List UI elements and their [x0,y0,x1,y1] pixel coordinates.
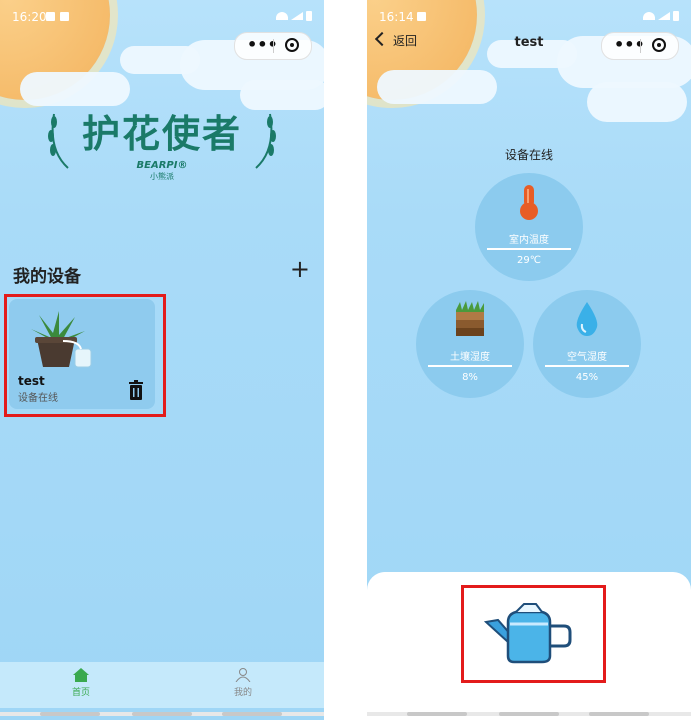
gauge-divider [545,365,629,367]
status-time: 16:20 [12,10,47,24]
capsule-divider [640,39,641,53]
wifi-icon [276,12,288,20]
brand-name: BEARPI® [136,160,188,171]
tab-me-label: 我的 [233,688,252,698]
add-device-button[interactable]: + [290,257,310,281]
cloud-decoration [240,80,324,110]
indoor-temperature-gauge: 室内温度 29℃ [475,173,583,281]
app-notification-icon [417,12,426,21]
status-time: 16:14 [379,10,414,24]
cloud-decoration [20,72,130,106]
tab-home[interactable]: 首页 [51,668,111,698]
home-screen: 16:20 ••• 护花使者 BEARPI® 小熊派 我的设备 + test 设… [0,0,324,720]
cloud-decoration [377,70,497,104]
my-devices-title: 我的设备 [13,267,81,287]
brand-subname: 小熊派 [150,172,174,181]
system-nav-bar [0,712,324,716]
tab-bar: 首页 我的 [0,662,324,708]
tab-me[interactable]: 我的 [213,668,273,698]
miniprogram-capsule: ••• [234,32,312,60]
close-miniprogram-icon[interactable] [285,38,299,52]
capsule-divider [273,39,274,53]
gauge-divider [487,248,571,250]
more-menu-icon[interactable]: ••• [247,35,278,57]
online-status: 设备在线 [504,148,553,162]
signal-icon [658,12,670,20]
user-icon [235,668,251,683]
battery-icon [673,11,679,21]
gauge-label: 室内温度 [509,235,549,246]
gauge-label: 空气湿度 [567,352,607,363]
air-humidity-gauge: 空气湿度 45% [533,290,641,398]
app-logo: 护花使者 BEARPI® 小熊派 [48,110,276,190]
miniprogram-capsule: ••• [601,32,679,60]
gauge-divider [428,365,512,367]
system-nav-bar [367,712,691,716]
device-detail-screen: 16:14 返回 test ••• 设备在线 室内温度 29℃ 土壤湿度 8% … [367,0,691,720]
laurel-right-icon [255,113,276,169]
soil-icon [456,301,484,336]
highlight-box [461,585,606,683]
close-miniprogram-icon[interactable] [652,38,666,52]
soil-humidity-gauge: 土壤湿度 8% [416,290,524,398]
system-icons [643,11,679,21]
signal-icon [291,12,303,20]
gauge-value: 45% [575,372,599,383]
home-icon [73,668,89,682]
gauge-value: 29℃ [517,255,541,266]
battery-icon [306,11,312,21]
status-bar: 16:20 [12,8,312,26]
gauge-label: 土壤湿度 [450,352,490,363]
wifi-icon [643,12,655,20]
laurel-left-icon [48,113,69,169]
status-bar: 16:14 [379,8,679,26]
thermometer-icon [520,185,538,220]
tab-home-label: 首页 [71,688,90,698]
gauge-value: 8% [462,372,478,383]
app-notification-icon [60,12,69,21]
system-icons [276,11,312,21]
highlight-box [4,294,166,417]
app-logo-title: 护花使者 [81,112,242,156]
cloud-decoration [587,82,687,122]
image-notification-icon [46,12,55,21]
water-drop-icon [576,302,598,336]
more-menu-icon[interactable]: ••• [614,35,645,57]
